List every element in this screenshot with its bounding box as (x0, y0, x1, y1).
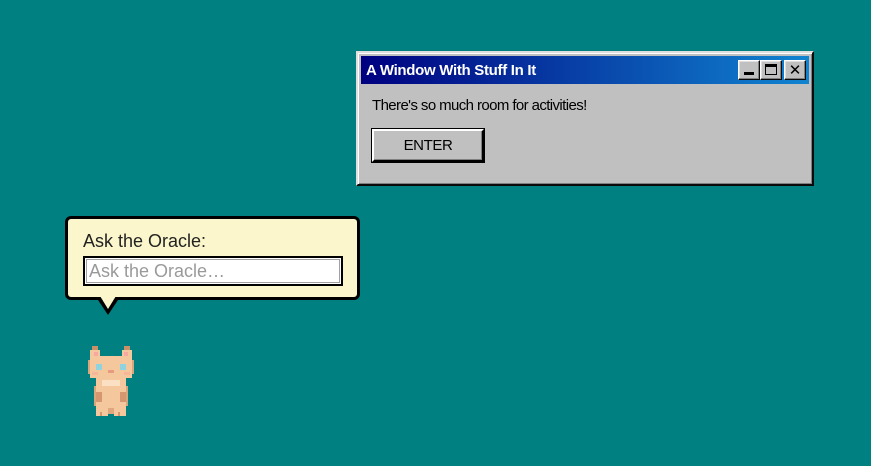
window-message: There's so much room for activities! (372, 97, 587, 114)
oracle-question-input[interactable] (83, 256, 343, 286)
close-icon: ✕ (788, 60, 802, 79)
enter-button[interactable]: ENTER (371, 128, 485, 163)
maximize-button[interactable] (760, 60, 782, 80)
desktop: A Window With Stuff In It ✕ There's so m… (0, 0, 871, 466)
dialog-window[interactable]: A Window With Stuff In It ✕ There's so m… (356, 51, 814, 186)
close-button[interactable]: ✕ (784, 60, 806, 80)
oracle-label: Ask the Oracle: (83, 231, 207, 251)
bubble-tail-fill (100, 296, 116, 309)
oracle-speech-bubble: Ask the Oracle: (65, 216, 360, 300)
minimize-icon (744, 72, 754, 75)
minimize-button[interactable] (738, 60, 760, 80)
title-controls: ✕ (738, 60, 806, 80)
pixel-cat-icon[interactable] (88, 346, 134, 423)
maximize-icon (765, 64, 777, 75)
window-title: A Window With Stuff In It (366, 61, 536, 79)
window-body: There's so much room for activities! ENT… (361, 84, 809, 163)
title-bar[interactable]: A Window With Stuff In It ✕ (361, 56, 809, 84)
